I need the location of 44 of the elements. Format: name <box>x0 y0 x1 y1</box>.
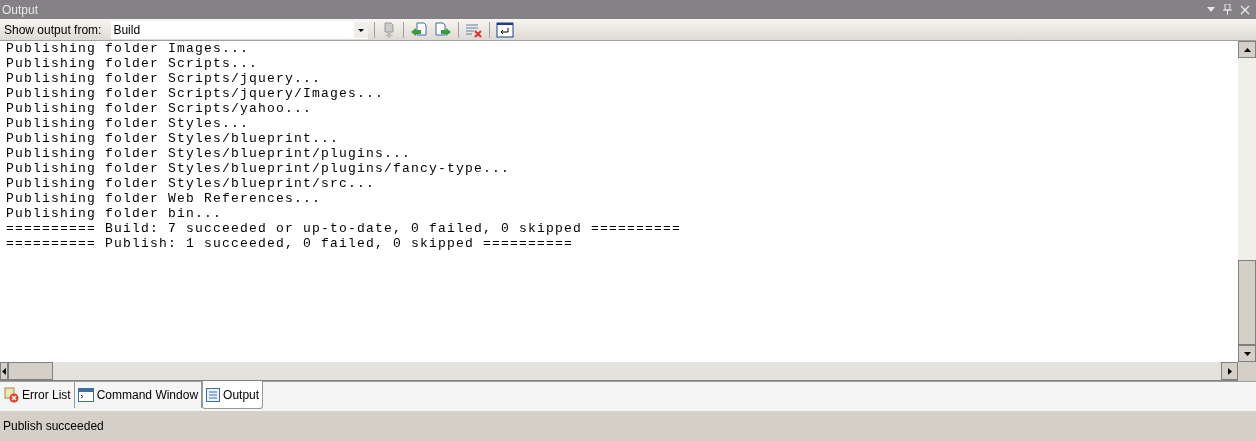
status-text: Publish succeeded <box>3 418 104 435</box>
left-triangle-icon <box>2 367 6 375</box>
output-line: Publishing folder Styles/blueprint/plugins/fancy-type... <box>6 161 511 176</box>
previous-message-icon[interactable] <box>410 21 429 38</box>
panel-tab[interactable]: Command Window <box>74 382 203 408</box>
caret-icon <box>354 21 369 38</box>
output-line: ========== Build: 7 succeeded or up-to-date, 0 failed, 0 skipped ========== <box>6 221 682 236</box>
scroll-down-button[interactable] <box>1238 345 1256 362</box>
next-message-icon[interactable] <box>434 21 453 38</box>
vertical-scrollbar[interactable] <box>1238 41 1256 362</box>
error-list-icon <box>3 387 19 403</box>
pin-icon[interactable] <box>1223 4 1232 15</box>
output-line: Publishing folder Scripts/jquery/Images... <box>6 86 385 101</box>
output-line: Publishing folder Styles/blueprint... <box>6 131 340 146</box>
output-line: Publishing folder Styles... <box>6 116 250 131</box>
output-line: Publishing folder bin... <box>6 206 223 221</box>
output-line: Publishing folder Styles/blueprint/plugins... <box>6 146 412 161</box>
output-line: Publishing folder Scripts/yahoo... <box>6 101 313 116</box>
word-wrap-icon[interactable] <box>496 21 515 38</box>
panel-tab[interactable]: Output <box>202 381 264 409</box>
scroll-up-button[interactable] <box>1238 41 1256 58</box>
output-line: Publishing folder Scripts/jquery... <box>6 71 322 86</box>
panel-title: Output <box>2 1 39 19</box>
dropdown-icon[interactable] <box>1207 7 1215 12</box>
right-triangle-icon <box>1227 367 1232 375</box>
clear-all-icon[interactable] <box>465 21 484 38</box>
output-line: Publishing folder Web References... <box>6 191 322 206</box>
down-triangle-icon <box>1243 351 1251 356</box>
output-line: ========== Publish: 1 succeeded, 0 failed, 0 skipped ========== <box>6 236 574 251</box>
close-icon[interactable] <box>1240 4 1250 15</box>
scroll-left-button[interactable] <box>0 362 8 380</box>
panel-tab[interactable]: Error List <box>0 382 75 408</box>
output-line: Publishing folder Scripts... <box>6 56 259 71</box>
document-lines-icon <box>206 387 221 402</box>
horizontal-scroll-thumb[interactable] <box>8 362 53 380</box>
horizontal-scrollbar[interactable] <box>0 362 1238 381</box>
terminal-icon <box>77 388 94 402</box>
output-line: Publishing folder Images... <box>6 41 250 56</box>
output-line: Publishing folder Styles/blueprint/src... <box>6 176 376 191</box>
scroll-right-button[interactable] <box>1221 362 1238 380</box>
source-dropdown[interactable]: Build <box>111 20 369 39</box>
up-triangle-icon <box>1243 47 1251 52</box>
scroll-thumb[interactable] <box>1238 260 1256 345</box>
source-label: Show output from: <box>4 21 102 39</box>
